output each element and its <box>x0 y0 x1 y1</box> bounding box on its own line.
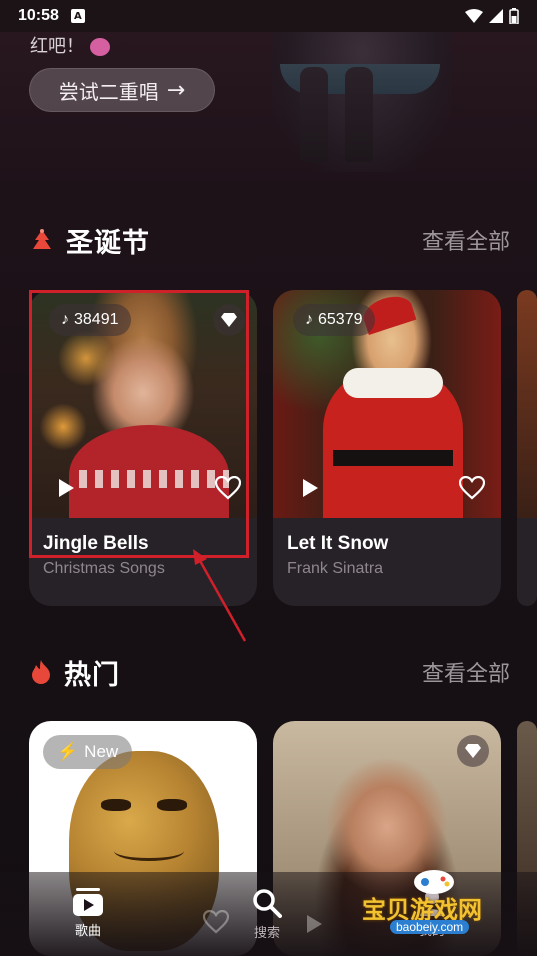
nav-label: 搜索 <box>253 926 280 941</box>
site-watermark: 宝贝游戏网 baobeiy.com <box>362 864 522 944</box>
face-eyes-image <box>101 799 191 813</box>
song-title: Let It Snow <box>287 533 389 554</box>
song-card-let-it-snow[interactable]: ♪ 65379 Let It Snow Frank Sinatra <box>273 290 501 606</box>
mini-player-play-icon[interactable] <box>305 914 323 934</box>
plays-count: 65379 <box>318 311 363 328</box>
music-note-icon: ♪ <box>305 311 313 328</box>
section-title: 热门 <box>64 659 120 691</box>
status-bar: 10:58 A <box>0 0 537 32</box>
music-video-icon <box>73 888 103 916</box>
new-badge-label: New <box>84 742 119 761</box>
nav-item-songs[interactable]: 歌曲 <box>72 888 104 939</box>
face-smile-image <box>114 841 184 861</box>
see-all-link[interactable]: 查看全部 <box>422 656 510 688</box>
favorite-heart-icon[interactable] <box>459 476 485 500</box>
song-card-peek[interactable] <box>517 290 537 606</box>
diamond-icon <box>465 744 481 758</box>
section-title: 圣诞节 <box>66 227 150 259</box>
mini-player-heart-icon[interactable] <box>202 909 230 938</box>
hero-banner: 红吧！ 尝试二重唱 → <box>0 32 537 172</box>
nav-label: 歌曲 <box>74 924 101 939</box>
christmas-tree-icon <box>33 229 51 249</box>
battery-icon <box>509 8 519 24</box>
song-cover-image <box>517 290 537 518</box>
annotation-arrow-icon <box>193 549 247 642</box>
wifi-icon <box>465 9 483 23</box>
premium-diamond-badge <box>457 735 489 767</box>
hero-caption: 红吧！ <box>30 32 110 58</box>
new-badge: ⚡ New <box>43 735 133 769</box>
highlight-box <box>29 290 249 558</box>
hero-leg-left <box>300 67 328 162</box>
fur-trim-image <box>343 368 443 398</box>
hero-leg-right <box>345 67 373 162</box>
nav-item-search[interactable]: 搜索 <box>252 888 282 941</box>
lightning-icon: ⚡ <box>57 742 79 761</box>
belt-image <box>333 450 453 466</box>
watermark-url: baobeiy.com <box>390 920 470 934</box>
arrow-right-icon: → <box>166 77 186 103</box>
flame-icon <box>32 660 50 684</box>
plays-count-badge: ♪ 65379 <box>293 304 375 336</box>
try-duet-button[interactable]: 尝试二重唱 → <box>29 68 215 112</box>
christmas-section-header: 圣诞节 查看全部 <box>30 220 510 260</box>
hero-caption-text: 红吧！ <box>30 36 84 57</box>
status-indicators <box>465 8 519 24</box>
play-icon[interactable] <box>301 478 319 498</box>
hot-section-header: 热门 查看全部 <box>30 652 510 692</box>
theater-masks-icon <box>89 38 110 56</box>
search-icon <box>253 889 282 918</box>
try-duet-label: 尝试二重唱 <box>58 79 159 104</box>
status-time: 10:58 <box>18 7 59 24</box>
song-artist: Frank Sinatra <box>287 560 384 577</box>
notification-app-icon: A <box>70 9 85 23</box>
see-all-link[interactable]: 查看全部 <box>422 224 510 256</box>
song-artist: Christmas Songs <box>43 560 165 577</box>
signal-icon <box>489 9 503 23</box>
